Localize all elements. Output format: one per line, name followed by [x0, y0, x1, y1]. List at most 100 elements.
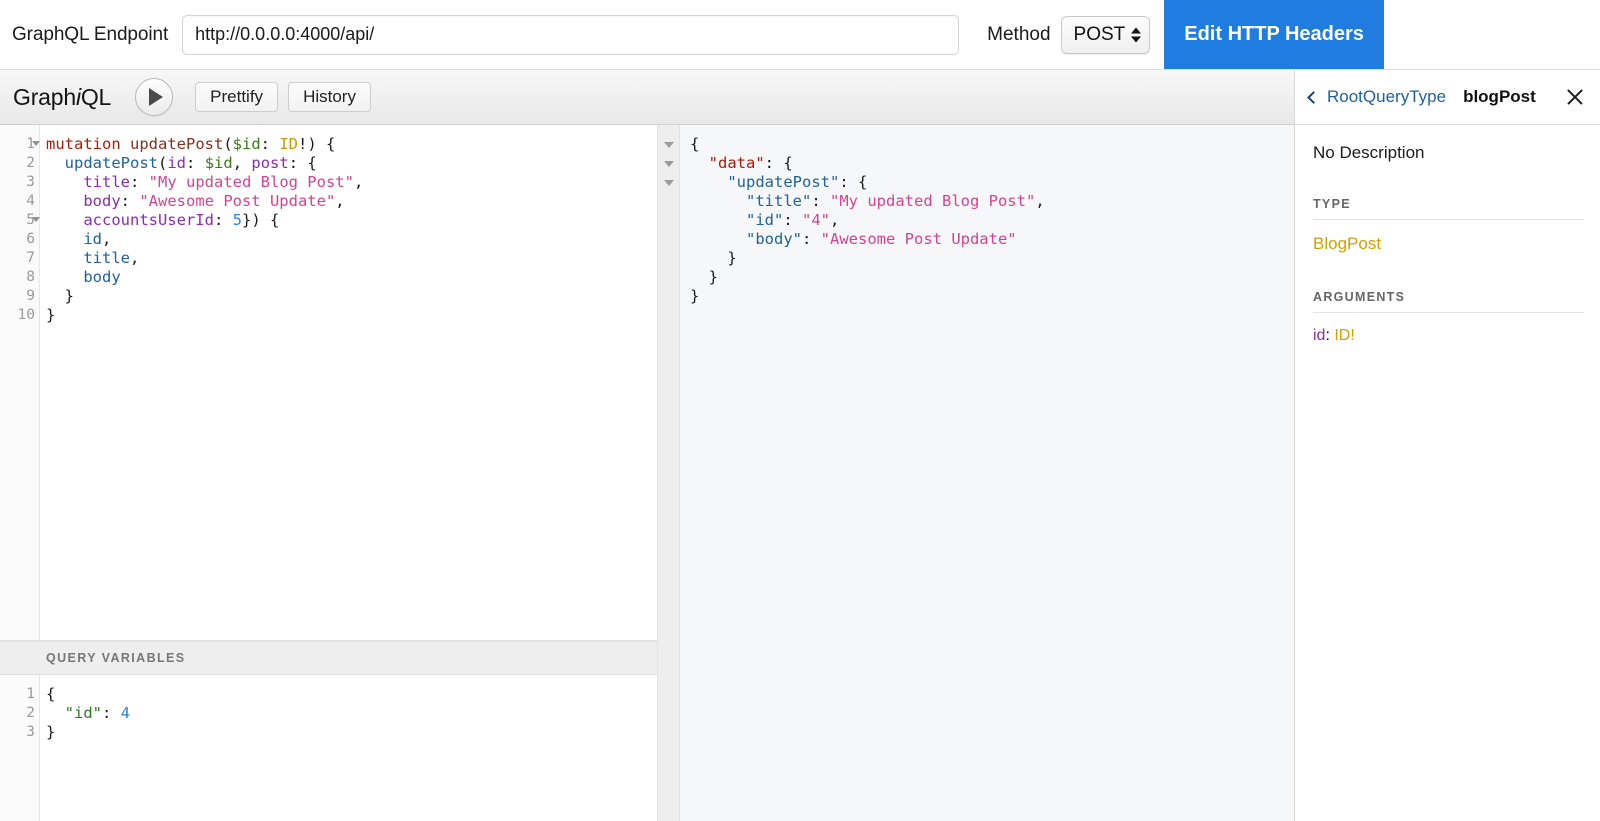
result-gutter [658, 125, 680, 821]
code-token: !) { [298, 135, 336, 153]
line-number: 9 [26, 288, 35, 304]
code-token: "My updated Blog Post" [830, 192, 1036, 210]
code-token: : [783, 211, 802, 229]
code-token: : [811, 192, 830, 210]
code-token: $id [232, 135, 261, 153]
code-token: updatePost [64, 154, 158, 172]
code-token: } [690, 268, 718, 286]
execute-query-button[interactable] [135, 78, 174, 116]
line-number: 4 [26, 193, 35, 209]
code-token: , [130, 249, 140, 267]
fold-triangle-icon[interactable] [664, 180, 674, 186]
code-token: { [46, 685, 56, 703]
query-variables-editor[interactable]: 1 2 3 { "id": 4} [0, 675, 658, 821]
fold-triangle-icon[interactable] [32, 217, 40, 222]
docs-body: No Description TYPE BlogPost ARGUMENTS i… [1295, 125, 1600, 821]
code-token: "body" [746, 230, 802, 248]
query-gutter: 1 2 3 4 5 6 7 8 9 10 [0, 125, 40, 640]
docs-back-link[interactable]: RootQueryType [1307, 87, 1446, 107]
fold-triangle-icon[interactable] [664, 161, 674, 167]
variables-code[interactable]: { "id": 4} [40, 675, 657, 821]
line-number: 3 [26, 724, 35, 740]
code-line: id, [46, 230, 657, 249]
docs-argument-name[interactable]: id [1313, 327, 1325, 344]
endpoint-input[interactable] [182, 14, 960, 55]
code-token: { [690, 135, 700, 153]
code-token: title [83, 249, 130, 267]
query-variables-header[interactable]: QUERY VARIABLES [0, 641, 658, 675]
method-select[interactable]: POST [1060, 15, 1151, 54]
docs-type-value[interactable]: BlogPost [1313, 234, 1584, 254]
code-line: "data": { [690, 154, 1294, 173]
endpoint-bar: GraphQL Endpoint Method POST Edit HTTP H… [0, 0, 1600, 70]
fold-triangle-icon[interactable] [664, 142, 674, 148]
method-label: Method [987, 23, 1051, 45]
code-token: : [102, 704, 121, 722]
history-button[interactable]: History [288, 82, 371, 112]
line-number: 1 [0, 135, 40, 154]
code-token: } [690, 287, 700, 305]
code-line: "updatePost": { [690, 173, 1294, 192]
code-token: } [46, 287, 74, 305]
code-token: } [46, 306, 56, 324]
code-token: 4 [120, 704, 131, 722]
query-column: 1 2 3 4 5 6 7 8 9 10 mutation updatePost($id: ID!… [0, 125, 658, 821]
line-number: 8 [26, 269, 35, 285]
edit-http-headers-button[interactable]: Edit HTTP Headers [1164, 0, 1384, 69]
variables-gutter: 1 2 3 [0, 675, 40, 821]
query-code[interactable]: mutation updatePost($id: ID!) { updatePo… [40, 125, 657, 640]
code-token: ( [158, 154, 168, 172]
code-token: : [802, 230, 821, 248]
code-token: title [83, 173, 130, 191]
code-line: } [46, 306, 657, 325]
code-token: , [830, 211, 840, 229]
docs-arguments-heading: ARGUMENTS [1313, 290, 1584, 313]
line-number: 6 [26, 231, 35, 247]
code-line: } [46, 287, 657, 306]
code-token: updatePost [130, 135, 224, 153]
code-token: : { [839, 173, 868, 191]
code-token: "id" [746, 211, 784, 229]
code-line: body [46, 268, 657, 287]
code-token: post [251, 154, 289, 172]
line-number: 7 [26, 250, 35, 266]
editor-column: GraphiQL Prettify History 1 2 3 4 5 6 7 8 9 10 mu… [0, 70, 1294, 821]
code-line: body: "Awesome Post Update", [46, 192, 657, 211]
fold-triangle-icon[interactable] [32, 141, 40, 146]
code-line: } [46, 723, 657, 742]
code-token: : { [764, 154, 793, 172]
code-line: { [46, 685, 657, 704]
graphiql-app: GraphQL Endpoint Method POST Edit HTTP H… [0, 0, 1600, 821]
code-token: ID [279, 135, 299, 153]
code-line: "id": 4 [46, 704, 657, 723]
docs-current-title: blogPost [1463, 87, 1536, 106]
code-line: title: "My updated Blog Post", [46, 173, 657, 192]
code-token: body [83, 192, 121, 210]
endpoint-label: GraphQL Endpoint [12, 23, 169, 45]
line-number: 2 [26, 155, 35, 171]
code-token: } [690, 249, 737, 267]
code-token: "data" [708, 154, 765, 172]
code-token: ( [223, 135, 233, 153]
query-editor[interactable]: 1 2 3 4 5 6 7 8 9 10 mutation updatePost($id: ID!… [0, 125, 658, 641]
code-token: "id" [64, 704, 102, 722]
line-number: 3 [26, 174, 35, 190]
code-token: : { [288, 154, 317, 172]
docs-type-heading: TYPE [1313, 197, 1584, 220]
code-token: , [1035, 192, 1045, 210]
close-icon[interactable] [1564, 86, 1586, 108]
graphiql-toolbar: GraphiQL Prettify History [0, 70, 1294, 125]
code-line: mutation updatePost($id: ID!) { [46, 135, 657, 154]
code-token: , [102, 230, 112, 248]
docs-argument-type[interactable]: ID! [1334, 327, 1354, 344]
editor-panes: 1 2 3 4 5 6 7 8 9 10 mutation updatePost($id: ID!… [0, 125, 1294, 821]
prettify-button[interactable]: Prettify [195, 82, 279, 112]
select-arrows-icon [1131, 27, 1142, 42]
docs-argument: id: ID! [1313, 327, 1584, 345]
